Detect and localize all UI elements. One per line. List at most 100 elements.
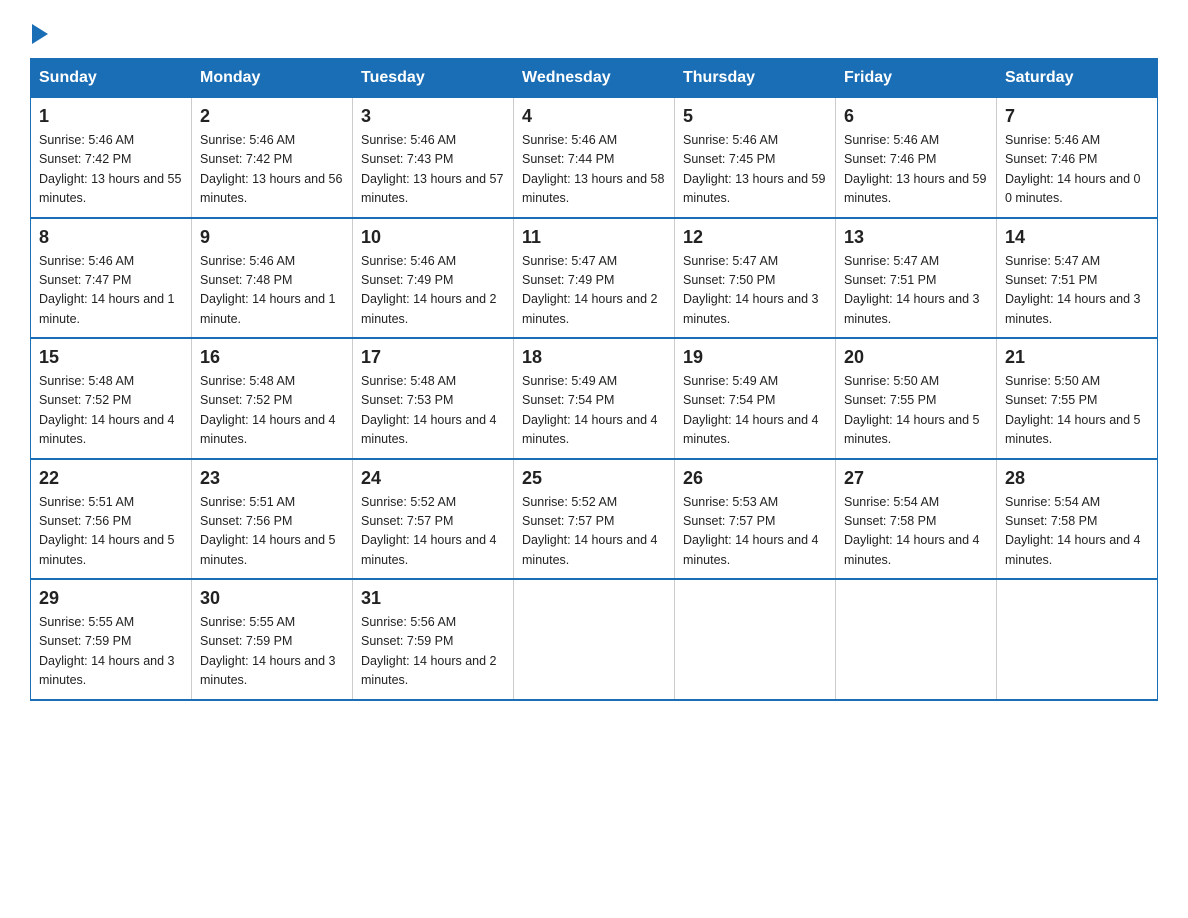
day-info: Sunrise: 5:46 AM Sunset: 7:43 PM Dayligh… [361,131,505,209]
day-info: Sunrise: 5:51 AM Sunset: 7:56 PM Dayligh… [39,493,183,571]
day-info: Sunrise: 5:49 AM Sunset: 7:54 PM Dayligh… [522,372,666,450]
day-info: Sunrise: 5:49 AM Sunset: 7:54 PM Dayligh… [683,372,827,450]
day-info: Sunrise: 5:53 AM Sunset: 7:57 PM Dayligh… [683,493,827,571]
day-info: Sunrise: 5:55 AM Sunset: 7:59 PM Dayligh… [200,613,344,691]
day-number: 27 [844,468,988,489]
page-header [30,20,1158,40]
day-number: 10 [361,227,505,248]
header-monday: Monday [192,59,353,98]
day-number: 14 [1005,227,1149,248]
day-cell: 29 Sunrise: 5:55 AM Sunset: 7:59 PM Dayl… [31,579,192,700]
day-cell [675,579,836,700]
day-cell: 7 Sunrise: 5:46 AM Sunset: 7:46 PM Dayli… [997,98,1158,218]
day-cell [514,579,675,700]
day-cell [836,579,997,700]
day-info: Sunrise: 5:46 AM Sunset: 7:46 PM Dayligh… [1005,131,1149,209]
day-info: Sunrise: 5:46 AM Sunset: 7:49 PM Dayligh… [361,252,505,330]
day-cell: 6 Sunrise: 5:46 AM Sunset: 7:46 PM Dayli… [836,98,997,218]
day-info: Sunrise: 5:46 AM Sunset: 7:45 PM Dayligh… [683,131,827,209]
day-number: 2 [200,106,344,127]
day-number: 19 [683,347,827,368]
week-row-5: 29 Sunrise: 5:55 AM Sunset: 7:59 PM Dayl… [31,579,1158,700]
day-number: 18 [522,347,666,368]
day-number: 25 [522,468,666,489]
day-cell: 2 Sunrise: 5:46 AM Sunset: 7:42 PM Dayli… [192,98,353,218]
header-friday: Friday [836,59,997,98]
day-number: 16 [200,347,344,368]
day-number: 23 [200,468,344,489]
day-info: Sunrise: 5:46 AM Sunset: 7:48 PM Dayligh… [200,252,344,330]
day-info: Sunrise: 5:55 AM Sunset: 7:59 PM Dayligh… [39,613,183,691]
day-info: Sunrise: 5:47 AM Sunset: 7:51 PM Dayligh… [844,252,988,330]
day-info: Sunrise: 5:47 AM Sunset: 7:50 PM Dayligh… [683,252,827,330]
day-info: Sunrise: 5:52 AM Sunset: 7:57 PM Dayligh… [361,493,505,571]
day-cell: 26 Sunrise: 5:53 AM Sunset: 7:57 PM Dayl… [675,459,836,580]
day-number: 12 [683,227,827,248]
day-cell: 15 Sunrise: 5:48 AM Sunset: 7:52 PM Dayl… [31,338,192,459]
day-cell: 12 Sunrise: 5:47 AM Sunset: 7:50 PM Dayl… [675,218,836,339]
day-info: Sunrise: 5:46 AM Sunset: 7:42 PM Dayligh… [200,131,344,209]
day-info: Sunrise: 5:48 AM Sunset: 7:53 PM Dayligh… [361,372,505,450]
day-number: 8 [39,227,183,248]
day-number: 26 [683,468,827,489]
day-cell: 20 Sunrise: 5:50 AM Sunset: 7:55 PM Dayl… [836,338,997,459]
day-number: 22 [39,468,183,489]
header-row: SundayMondayTuesdayWednesdayThursdayFrid… [31,59,1158,98]
day-number: 15 [39,347,183,368]
day-cell: 24 Sunrise: 5:52 AM Sunset: 7:57 PM Dayl… [353,459,514,580]
day-number: 3 [361,106,505,127]
day-cell: 3 Sunrise: 5:46 AM Sunset: 7:43 PM Dayli… [353,98,514,218]
day-info: Sunrise: 5:51 AM Sunset: 7:56 PM Dayligh… [200,493,344,571]
day-number: 5 [683,106,827,127]
day-cell: 17 Sunrise: 5:48 AM Sunset: 7:53 PM Dayl… [353,338,514,459]
day-info: Sunrise: 5:47 AM Sunset: 7:51 PM Dayligh… [1005,252,1149,330]
day-info: Sunrise: 5:50 AM Sunset: 7:55 PM Dayligh… [844,372,988,450]
day-number: 7 [1005,106,1149,127]
day-info: Sunrise: 5:48 AM Sunset: 7:52 PM Dayligh… [39,372,183,450]
calendar-table: SundayMondayTuesdayWednesdayThursdayFrid… [30,58,1158,701]
day-cell: 30 Sunrise: 5:55 AM Sunset: 7:59 PM Dayl… [192,579,353,700]
day-cell: 10 Sunrise: 5:46 AM Sunset: 7:49 PM Dayl… [353,218,514,339]
day-number: 1 [39,106,183,127]
day-cell: 21 Sunrise: 5:50 AM Sunset: 7:55 PM Dayl… [997,338,1158,459]
week-row-1: 1 Sunrise: 5:46 AM Sunset: 7:42 PM Dayli… [31,98,1158,218]
day-cell: 5 Sunrise: 5:46 AM Sunset: 7:45 PM Dayli… [675,98,836,218]
day-number: 21 [1005,347,1149,368]
day-number: 29 [39,588,183,609]
day-cell: 16 Sunrise: 5:48 AM Sunset: 7:52 PM Dayl… [192,338,353,459]
day-number: 17 [361,347,505,368]
day-number: 4 [522,106,666,127]
header-thursday: Thursday [675,59,836,98]
day-cell: 8 Sunrise: 5:46 AM Sunset: 7:47 PM Dayli… [31,218,192,339]
day-info: Sunrise: 5:54 AM Sunset: 7:58 PM Dayligh… [844,493,988,571]
day-cell: 11 Sunrise: 5:47 AM Sunset: 7:49 PM Dayl… [514,218,675,339]
day-number: 20 [844,347,988,368]
day-cell: 25 Sunrise: 5:52 AM Sunset: 7:57 PM Dayl… [514,459,675,580]
day-cell: 23 Sunrise: 5:51 AM Sunset: 7:56 PM Dayl… [192,459,353,580]
day-info: Sunrise: 5:50 AM Sunset: 7:55 PM Dayligh… [1005,372,1149,450]
logo [30,20,48,40]
day-number: 6 [844,106,988,127]
day-info: Sunrise: 5:47 AM Sunset: 7:49 PM Dayligh… [522,252,666,330]
day-cell: 14 Sunrise: 5:47 AM Sunset: 7:51 PM Dayl… [997,218,1158,339]
day-info: Sunrise: 5:46 AM Sunset: 7:44 PM Dayligh… [522,131,666,209]
header-saturday: Saturday [997,59,1158,98]
day-info: Sunrise: 5:46 AM Sunset: 7:42 PM Dayligh… [39,131,183,209]
day-info: Sunrise: 5:46 AM Sunset: 7:47 PM Dayligh… [39,252,183,330]
week-row-4: 22 Sunrise: 5:51 AM Sunset: 7:56 PM Dayl… [31,459,1158,580]
day-cell: 9 Sunrise: 5:46 AM Sunset: 7:48 PM Dayli… [192,218,353,339]
day-info: Sunrise: 5:54 AM Sunset: 7:58 PM Dayligh… [1005,493,1149,571]
day-cell [997,579,1158,700]
day-cell: 27 Sunrise: 5:54 AM Sunset: 7:58 PM Dayl… [836,459,997,580]
logo-arrow-icon [32,24,48,44]
day-cell: 19 Sunrise: 5:49 AM Sunset: 7:54 PM Dayl… [675,338,836,459]
header-tuesday: Tuesday [353,59,514,98]
day-info: Sunrise: 5:52 AM Sunset: 7:57 PM Dayligh… [522,493,666,571]
day-cell: 22 Sunrise: 5:51 AM Sunset: 7:56 PM Dayl… [31,459,192,580]
day-number: 24 [361,468,505,489]
day-number: 30 [200,588,344,609]
day-number: 11 [522,227,666,248]
day-number: 31 [361,588,505,609]
day-info: Sunrise: 5:48 AM Sunset: 7:52 PM Dayligh… [200,372,344,450]
day-cell: 31 Sunrise: 5:56 AM Sunset: 7:59 PM Dayl… [353,579,514,700]
